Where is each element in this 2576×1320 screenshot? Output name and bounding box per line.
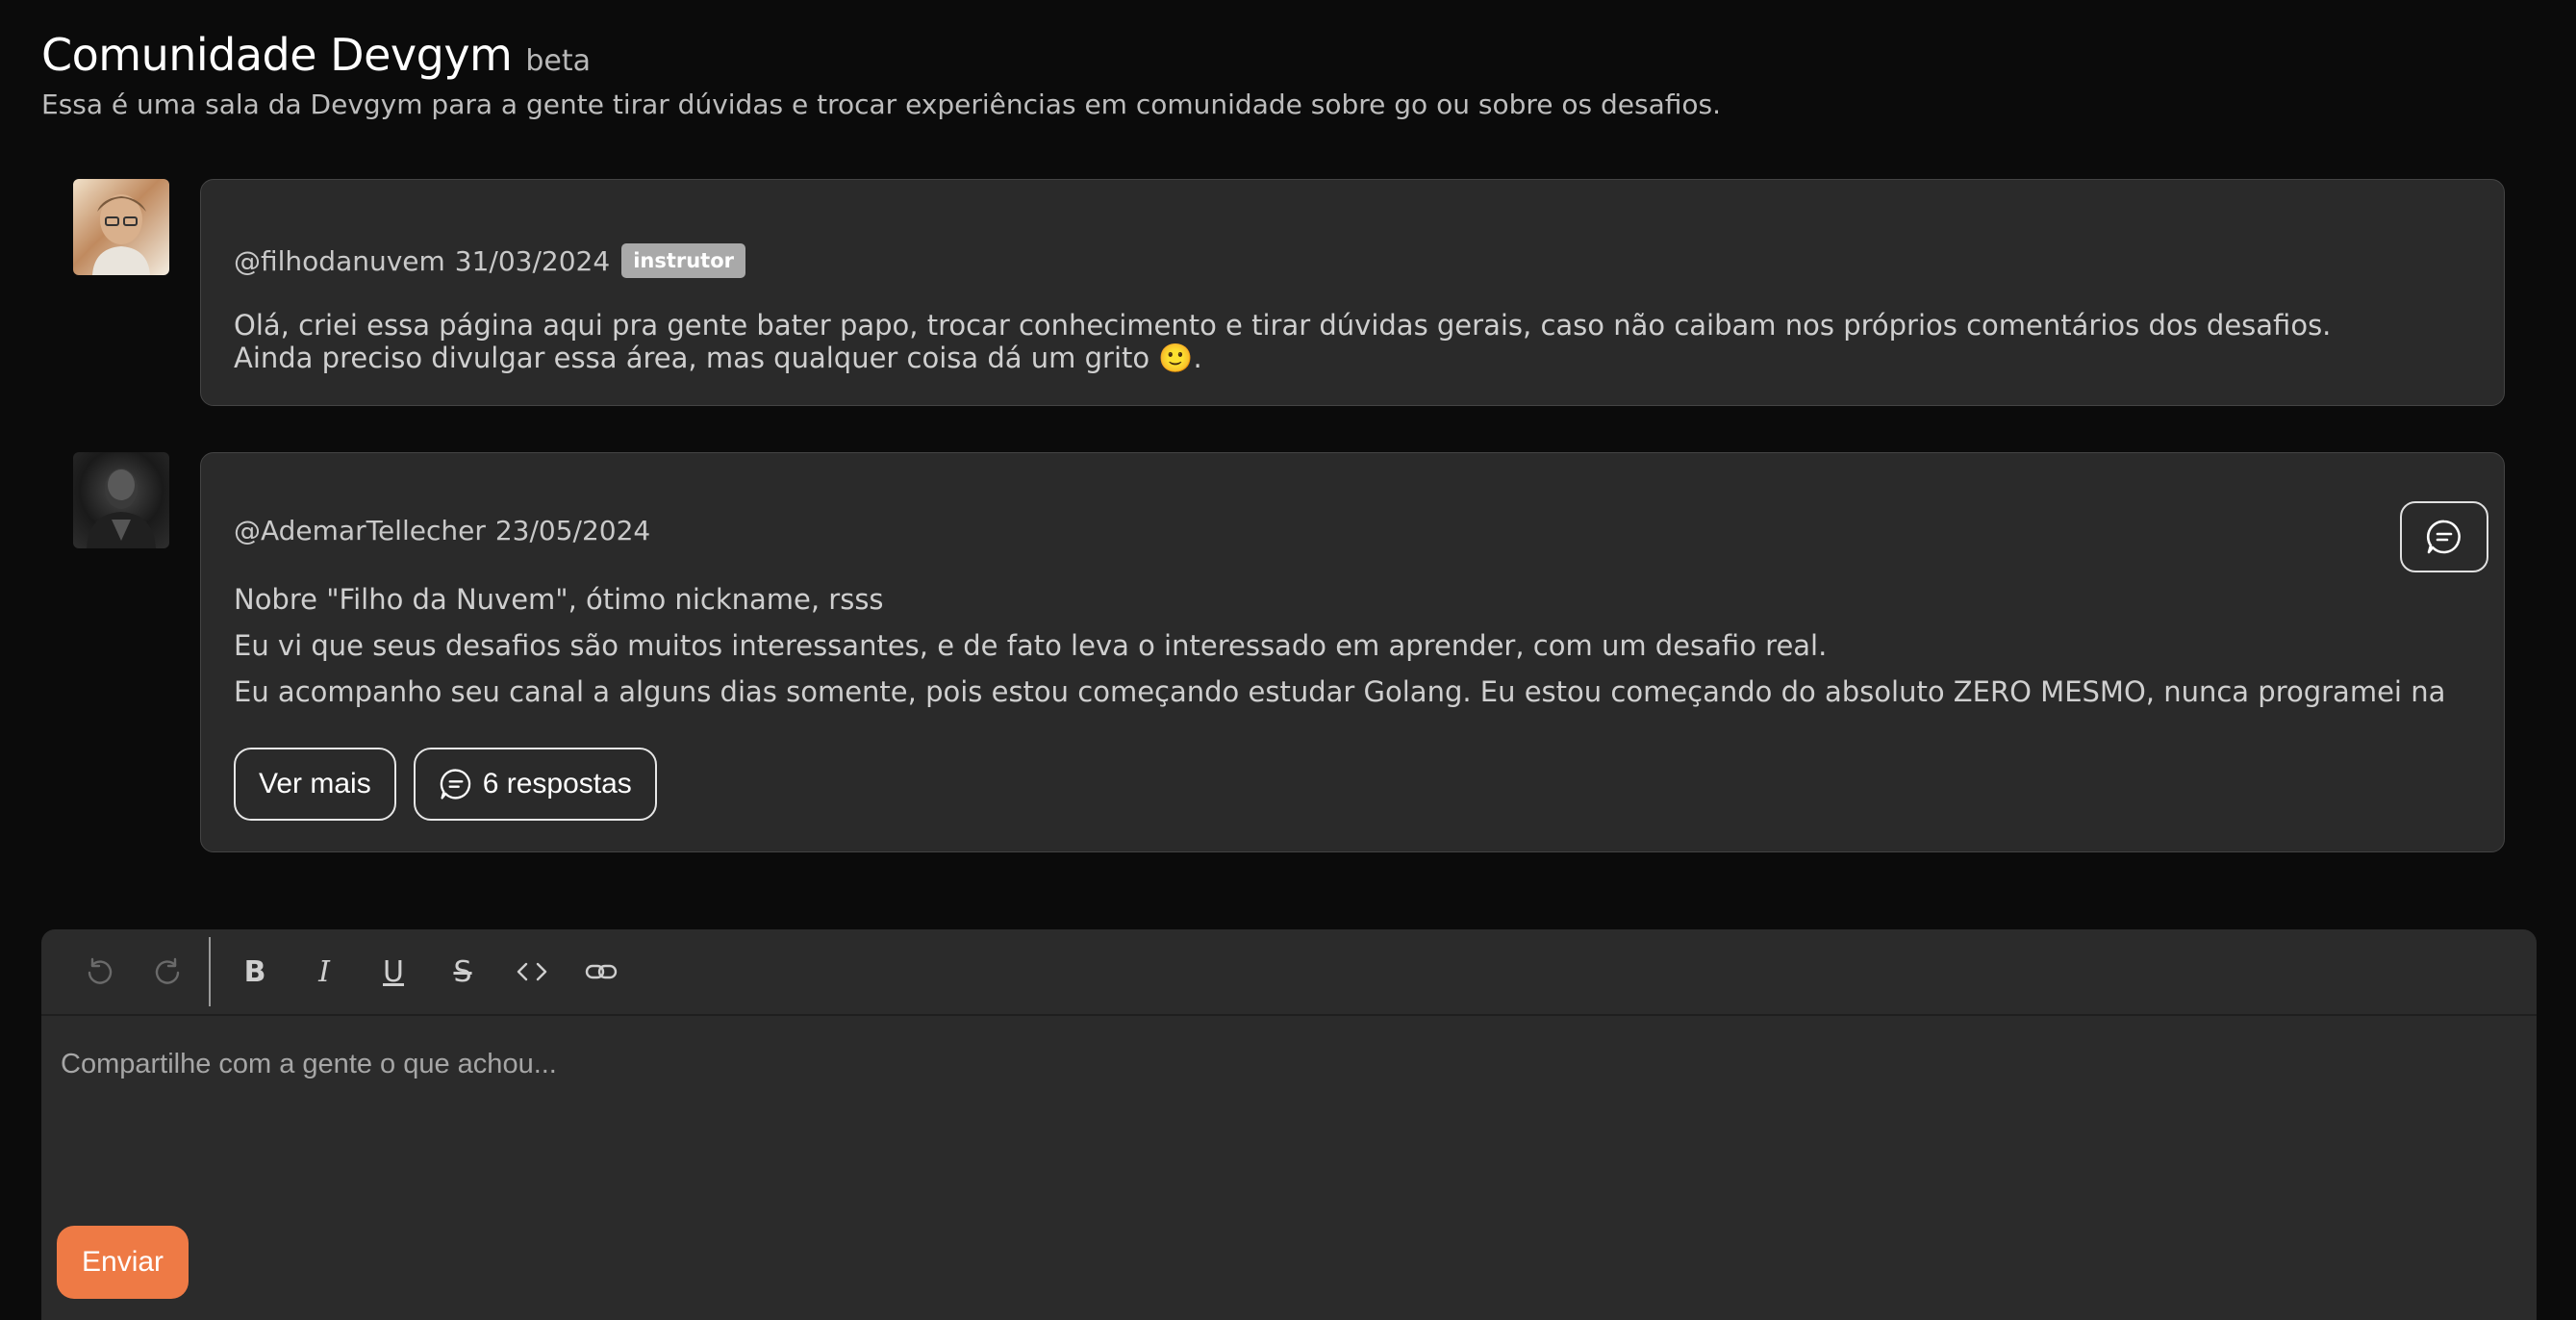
undo-icon [88,957,113,984]
title-row: Comunidade Devgym beta [41,29,1721,81]
bold-button[interactable]: B [220,943,290,1001]
strikethrough-icon: S [453,954,472,989]
strikethrough-button[interactable]: S [428,943,497,1001]
chat-bubble-icon [440,769,470,800]
post-line: Nobre "Filho da Nuvem", ótimo nickname, … [234,583,884,616]
post-date: 31/03/2024 [454,244,611,277]
avatar-portrait-icon [92,194,150,275]
toolbar-divider [209,937,211,1006]
post-body: Nobre "Filho da Nuvem", ótimo nickname, … [234,576,2471,715]
post-meta: @AdemarTellecher 23/05/2024 [234,515,650,546]
replies-button[interactable]: 6 respostas [413,748,657,821]
community-page: Comunidade Devgym beta Essa é uma sala d… [0,0,2576,1320]
bold-icon: B [243,954,266,989]
code-icon [517,962,547,981]
page-subtitle: Essa é uma sala da Devgym para a gente t… [41,89,1721,120]
post-card: @AdemarTellecher 23/05/2024 Nobre "Filho… [200,452,2505,852]
post-author[interactable]: @filhodanuvem [234,245,445,277]
post-card: @filhodanuvem 31/03/2024 instrutor Olá, … [200,179,2505,406]
beta-label: beta [525,44,592,78]
avatar-portrait-icon [87,469,156,548]
comment-editor: B I U S Enviar [41,929,2537,1320]
post-date: 23/05/2024 [494,515,651,546]
see-more-label: Ver mais [259,768,371,800]
editor-toolbar: B I U S [41,929,2537,1016]
link-button[interactable] [567,943,636,1001]
underline-icon: U [383,954,404,989]
post-line: Olá, criei essa página aqui pra gente ba… [234,309,2332,342]
italic-icon: I [318,954,330,989]
reply-button[interactable] [2400,501,2488,572]
underline-button[interactable]: U [359,943,428,1001]
code-button[interactable] [497,943,567,1001]
undo-button[interactable] [64,943,134,1001]
avatar [73,452,169,548]
page-title: Comunidade Devgym [41,29,513,81]
redo-icon [155,957,180,984]
page-header: Comunidade Devgym beta Essa é uma sala d… [41,29,1721,120]
post-author[interactable]: @AdemarTellecher [234,515,486,546]
comment-input[interactable] [61,1049,2465,1080]
avatar [73,179,169,275]
post-line: Eu vi que seus desafios são muitos inter… [234,629,1828,662]
chat-bubble-icon [2426,520,2461,554]
see-more-button[interactable]: Ver mais [234,748,396,821]
post-line: Eu acompanho seu canal a alguns dias som… [234,675,2446,708]
italic-button[interactable]: I [290,943,359,1001]
instructor-badge: instrutor [621,243,746,278]
post-body: Olá, criei essa página aqui pra gente ba… [234,309,2471,374]
post-line: Ainda preciso divulgar essa área, mas qu… [234,342,1202,374]
send-button[interactable]: Enviar [57,1226,189,1299]
replies-label: 6 respostas [482,768,632,800]
post-actions: Ver mais 6 respostas [234,748,657,821]
redo-button[interactable] [134,943,203,1001]
link-icon [585,964,618,979]
post-meta: @filhodanuvem 31/03/2024 instrutor [234,243,746,278]
